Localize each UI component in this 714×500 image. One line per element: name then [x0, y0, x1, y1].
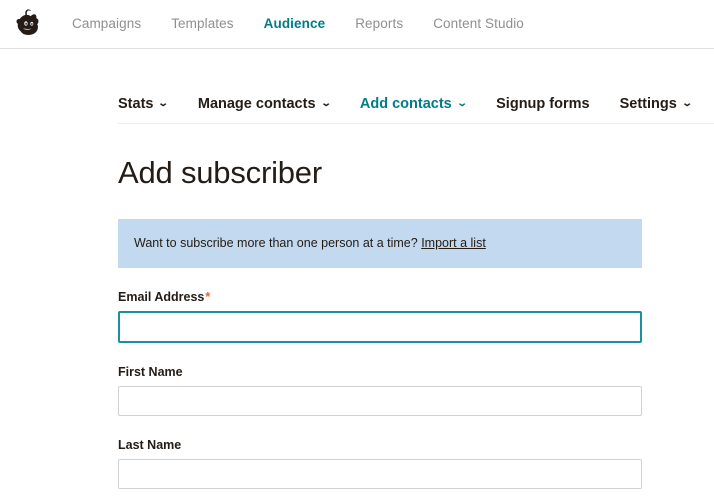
subnav-item-signup-forms[interactable]: Signup forms	[496, 97, 589, 112]
topnav-item-content-studio[interactable]: Content Studio	[433, 17, 524, 31]
mailchimp-freddie-logo[interactable]	[10, 7, 44, 41]
subnav-item-manage-contacts[interactable]: Manage contacts ⌄	[197, 96, 332, 113]
chevron-down-icon: ⌄	[320, 97, 332, 109]
import-list-banner: Want to subscribe more than one person a…	[118, 219, 642, 268]
email-address-label-text: Email Address	[118, 289, 205, 304]
subnav-item-manage-contacts-label: Manage contacts	[197, 96, 316, 113]
last-name-label: Last Name	[118, 437, 182, 452]
subnav-item-add-contacts-label: Add contacts	[359, 96, 452, 113]
field-last-name: Last Name	[118, 438, 642, 489]
subnav-item-stats-label: Stats	[118, 96, 154, 113]
topnav-item-reports[interactable]: Reports	[355, 17, 403, 31]
topnav-item-audience[interactable]: Audience	[264, 17, 326, 31]
field-first-name: First Name	[118, 365, 642, 416]
subnav-item-settings-label: Settings	[619, 96, 677, 113]
chevron-down-icon: ⌄	[456, 97, 468, 109]
subnav-item-add-contacts[interactable]: Add contacts ⌄	[359, 96, 468, 113]
email-address-input[interactable]	[118, 310, 642, 343]
audience-subnav: Stats ⌄ Manage contacts ⌄ Add contacts ⌄…	[118, 95, 714, 124]
topnav-item-campaigns[interactable]: Campaigns	[72, 17, 141, 31]
subnav-item-stats[interactable]: Stats ⌄	[118, 96, 170, 113]
chevron-down-icon: ⌄	[158, 97, 170, 109]
audience-subnav-wrapper: Stats ⌄ Manage contacts ⌄ Add contacts ⌄…	[0, 95, 714, 124]
import-a-list-link[interactable]: Import a list	[421, 236, 486, 250]
required-asterisk: *	[205, 289, 211, 304]
field-email-address: Email Address*	[118, 290, 642, 343]
banner-text: Want to subscribe more than one person a…	[134, 236, 418, 250]
primary-navigation: Campaigns Templates Audience Reports Con…	[72, 17, 524, 31]
email-address-label: Email Address*	[118, 290, 642, 304]
subnav-item-settings[interactable]: Settings ⌄	[619, 96, 693, 113]
topnav-item-templates[interactable]: Templates	[171, 17, 233, 31]
chevron-down-icon: ⌄	[681, 97, 693, 109]
page-title: Add subscriber	[118, 155, 322, 190]
first-name-label: First Name	[118, 364, 183, 379]
top-header-bar: Campaigns Templates Audience Reports Con…	[0, 0, 714, 49]
first-name-input[interactable]	[118, 385, 642, 416]
main-content: Add subscriber Want to subscribe more th…	[0, 155, 714, 489]
last-name-input[interactable]	[118, 458, 642, 489]
subnav-item-signup-forms-label: Signup forms	[496, 96, 590, 113]
